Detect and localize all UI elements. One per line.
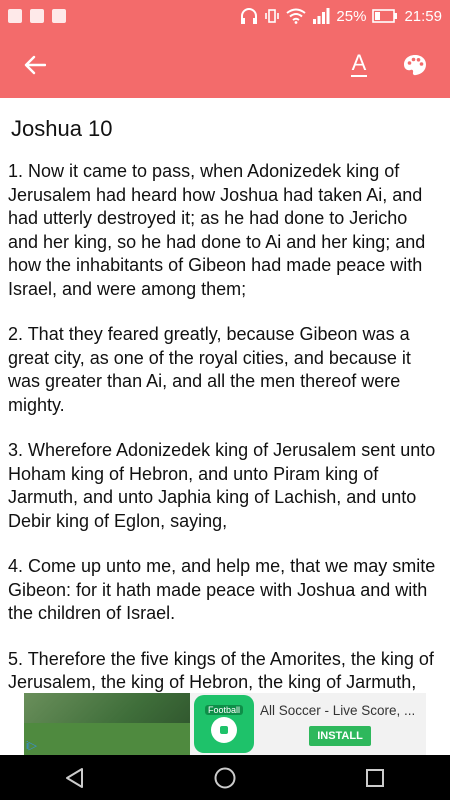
vibrate-icon xyxy=(265,9,280,23)
soccer-ball-icon xyxy=(211,717,237,743)
verse: 1. Now it came to pass, when Adonizedek … xyxy=(8,161,426,299)
arrow-left-icon xyxy=(24,55,46,75)
back-triangle-icon xyxy=(66,767,83,788)
theme-button[interactable] xyxy=(398,48,432,82)
notification-icon xyxy=(8,9,22,23)
ad-image[interactable] xyxy=(24,693,190,755)
chapter-title: Joshua 10 xyxy=(11,116,113,141)
nav-home-button[interactable] xyxy=(205,758,245,798)
wifi-icon xyxy=(286,8,307,24)
headphones-icon xyxy=(241,8,258,24)
battery-icon xyxy=(372,9,398,23)
clock: 21:59 xyxy=(404,7,442,25)
verse: 2. That they feared greatly, because Gib… xyxy=(8,324,411,415)
font-size-icon: A xyxy=(351,50,367,77)
status-bar: 25% 21:59 xyxy=(0,0,450,32)
verse: 3. Wherefore Adonizedek king of Jerusale… xyxy=(8,440,436,531)
verse: 5. Therefore the five kings of the Amori… xyxy=(8,648,434,693)
ad-app-badge: Football xyxy=(204,705,244,715)
signal-icon xyxy=(313,8,330,24)
back-button[interactable] xyxy=(18,48,52,82)
nav-recents-button[interactable] xyxy=(355,758,395,798)
ad-choices-icon[interactable]: i▷ xyxy=(26,739,37,752)
notification-icon xyxy=(30,9,44,23)
battery-percent: 25% xyxy=(336,7,367,25)
home-circle-icon xyxy=(214,767,236,788)
notification-icon xyxy=(52,9,66,23)
ad-title[interactable]: All Soccer - Live Score, ... xyxy=(260,703,420,718)
system-tray: 25% 21:59 xyxy=(240,8,442,25)
verse-list: 1. Now it came to pass, when Adonizedek … xyxy=(8,160,442,693)
ad-app-icon[interactable]: Football xyxy=(194,695,254,753)
recents-square-icon xyxy=(366,768,384,787)
font-icon-letter: A xyxy=(351,50,367,75)
verse: 4. Come up unto me, and help me, that we… xyxy=(8,556,436,623)
navigation-bar xyxy=(0,755,450,800)
palette-icon xyxy=(404,55,426,76)
ad-install-button[interactable]: INSTALL xyxy=(309,725,371,746)
notification-area xyxy=(8,9,66,23)
ad-area: Football All Soccer - Live Score, ... IN… xyxy=(0,693,450,755)
app-bar: A xyxy=(0,32,450,98)
nav-back-button[interactable] xyxy=(55,758,95,798)
ad-text: All Soccer - Live Score, ... INSTALL xyxy=(254,703,426,746)
chapter-content[interactable]: Joshua 10 1. Now it came to pass, when A… xyxy=(0,98,450,693)
font-size-button[interactable]: A xyxy=(342,48,376,82)
ad-banner[interactable]: Football All Soccer - Live Score, ... IN… xyxy=(24,693,426,755)
